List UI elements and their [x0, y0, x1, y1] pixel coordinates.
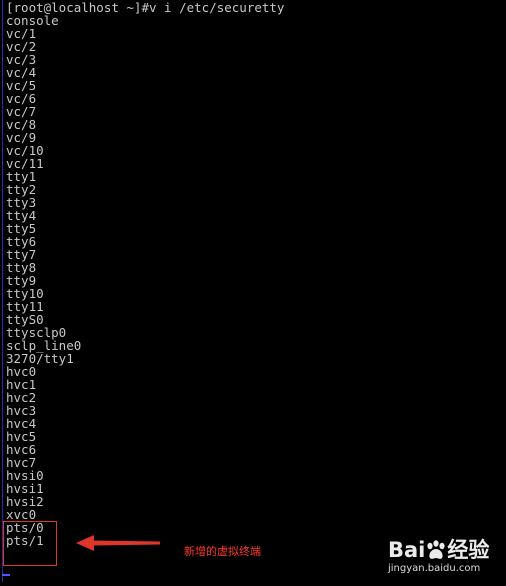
file-line: hvsi0: [6, 468, 44, 483]
file-line: hvc6: [6, 442, 37, 457]
file-line: tty6: [6, 234, 37, 249]
file-line: hvsi1: [6, 481, 44, 496]
file-line: tty7: [6, 247, 37, 262]
file-line: 3270/tty1: [6, 351, 74, 366]
file-line: console: [6, 13, 59, 28]
file-line: vc/1: [6, 26, 37, 41]
file-line: hvc5: [6, 429, 37, 444]
file-line: vc/6: [6, 91, 37, 106]
file-line: vc/10: [6, 143, 44, 158]
file-line: hvc1: [6, 377, 37, 392]
file-line: tty5: [6, 221, 37, 236]
file-line: vc/5: [6, 78, 37, 93]
file-line: vc/4: [6, 65, 37, 80]
file-line: hvsi2: [6, 494, 44, 509]
terminal-left-border: [2, 0, 3, 582]
file-line: vc/9: [6, 130, 37, 145]
file-line: tty11: [6, 299, 44, 314]
file-line: tty8: [6, 260, 37, 275]
file-line: vc/7: [6, 104, 37, 119]
paw-icon: [427, 540, 445, 559]
file-line: tty3: [6, 195, 37, 210]
terminal-output: [root@localhost ~]#v i /etc/securetty co…: [6, 1, 284, 547]
arrow-left-icon: [76, 535, 160, 551]
file-line: hvc7: [6, 455, 37, 470]
watermark-url: jingyan.baidu.com: [388, 563, 481, 574]
file-line: hvc2: [6, 390, 37, 405]
file-line: tty9: [6, 273, 37, 288]
baidu-jingyan-watermark: Bai 经验 jingyan.baidu.com: [388, 530, 504, 582]
terminal-window[interactable]: [root@localhost ~]#v i /etc/securetty co…: [0, 0, 506, 586]
baidu-logo: Bai 经验: [388, 538, 490, 562]
file-line: tty10: [6, 286, 44, 301]
file-line: tty2: [6, 182, 37, 197]
terminal-cursor: [2, 574, 10, 576]
file-line: tty4: [6, 208, 37, 223]
file-line: tty1: [6, 169, 37, 184]
file-line-pts: xvc0: [6, 507, 37, 522]
file-line: hvc4: [6, 416, 37, 431]
file-line: vc/8: [6, 117, 37, 132]
file-line: vc/11: [6, 156, 44, 171]
file-line: hvc0: [6, 364, 37, 379]
file-line: vc/2: [6, 39, 37, 54]
annotation-label: 新增的虚拟终端: [184, 545, 261, 558]
file-line: vc/3: [6, 52, 37, 67]
pts-highlight-box: [3, 521, 57, 566]
file-line: hvc3: [6, 403, 37, 418]
